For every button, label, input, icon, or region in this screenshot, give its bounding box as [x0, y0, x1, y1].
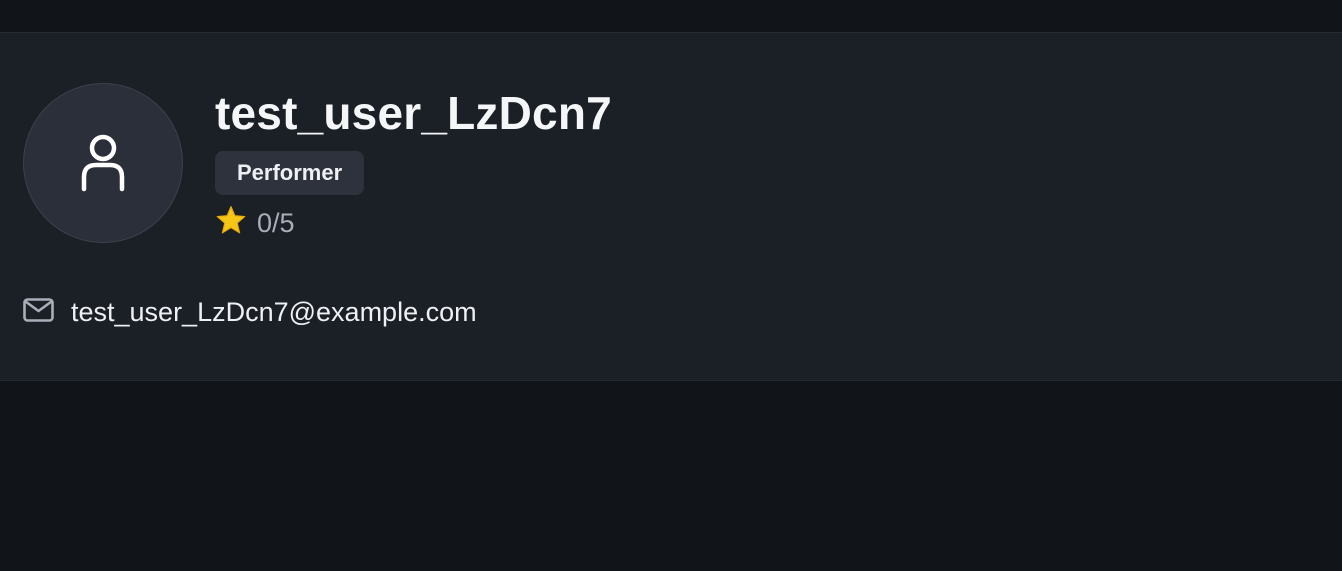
- rating: 0/5: [215, 205, 612, 241]
- rating-value: 0/5: [257, 208, 295, 238]
- identity-block: test_user_LzDcn7 Performer 0/5: [215, 85, 612, 239]
- role-badge: Performer: [215, 151, 365, 195]
- mail-icon: [23, 297, 54, 327]
- profile-card: test_user_LzDcn7 Performer 0/5 test_user…: [0, 32, 1342, 381]
- star-icon: [215, 205, 247, 241]
- profile-username: test_user_LzDcn7: [215, 87, 612, 139]
- avatar: [23, 83, 183, 243]
- email-address[interactable]: test_user_LzDcn7@example.com: [71, 295, 477, 329]
- email-row: test_user_LzDcn7@example.com: [23, 295, 477, 329]
- user-icon: [79, 134, 127, 192]
- page: test_user_LzDcn7 Performer 0/5 test_user…: [0, 0, 1342, 571]
